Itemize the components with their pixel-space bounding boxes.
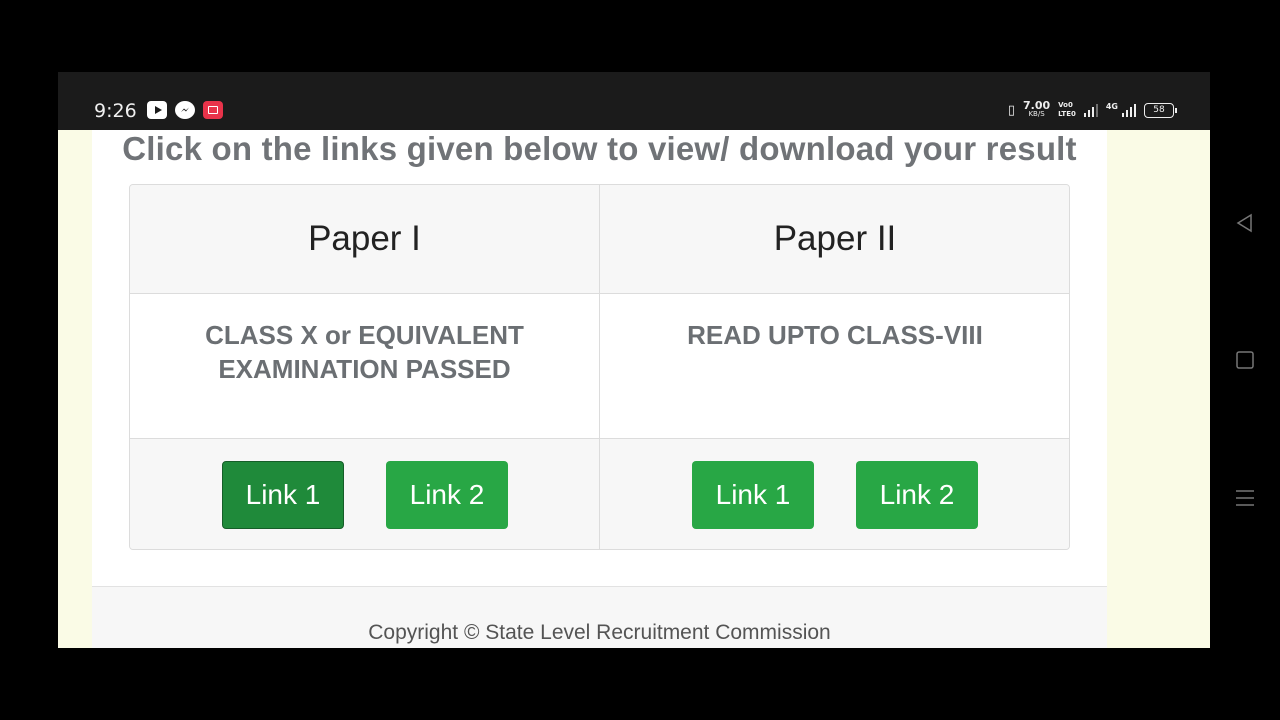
volte-indicator: Vo0 LTE0: [1058, 101, 1076, 119]
paper-1-link-1-button[interactable]: Link 1: [222, 461, 344, 529]
page-footer: Copyright © State Level Recruitment Comm…: [92, 586, 1107, 648]
paper-2-link-1-button[interactable]: Link 1: [692, 461, 814, 529]
messenger-icon: [175, 101, 195, 119]
paper-2-column: Paper II READ UPTO CLASS-VIII Link 1 Lin…: [600, 185, 1069, 549]
paper-2-link-2-button[interactable]: Link 2: [856, 461, 978, 529]
result-table: Paper I CLASS X or EQUIVALENT EXAMINATIO…: [129, 184, 1070, 550]
status-indicators: ▯ 7.00 KB/S Vo0 LTE0 4G 58: [1007, 98, 1177, 122]
network-type: 4G: [1105, 101, 1118, 111]
signal-bars-icon: [1083, 103, 1098, 117]
network-speed-value: 7.00: [1022, 99, 1051, 112]
content-panel: Click on the links given below to view/ …: [92, 130, 1107, 648]
paper-2-title: Paper II: [600, 185, 1069, 294]
paper-1-link-2-button[interactable]: Link 2: [386, 461, 508, 529]
youtube-icon: [147, 101, 167, 119]
paper-2-links: Link 1 Link 2: [600, 439, 1069, 549]
battery-icon: 58: [1144, 102, 1177, 118]
network-speed: 7.00 KB/S: [1022, 99, 1051, 119]
network-speed-unit: KB/S: [1028, 110, 1045, 118]
phone-screen: 9:26 ▯ 7.00 KB/S Vo0 LTE0 4G 58 Click on…: [58, 72, 1210, 648]
status-time: 9:26: [94, 100, 137, 122]
status-bar: 9:26 ▯ 7.00 KB/S Vo0 LTE0 4G 58: [58, 72, 1210, 130]
vibrate-icon: ▯: [1007, 102, 1015, 118]
back-icon[interactable]: [1234, 212, 1256, 234]
webview[interactable]: Click on the links given below to view/ …: [58, 130, 1210, 648]
recents-icon[interactable]: [1234, 487, 1256, 509]
paper-2-description: READ UPTO CLASS-VIII: [600, 294, 1069, 439]
paper-1-column: Paper I CLASS X or EQUIVALENT EXAMINATIO…: [130, 185, 600, 549]
navigation-bar: [1210, 72, 1280, 648]
paper-1-title: Paper I: [130, 185, 599, 294]
battery-level: 58: [1153, 105, 1165, 115]
page-heading: Click on the links given below to view/ …: [122, 130, 1077, 167]
paper-1-links: Link 1 Link 2: [130, 439, 599, 549]
home-icon[interactable]: [1234, 349, 1256, 371]
volte-top-label: Vo0: [1058, 101, 1073, 109]
screen-recorder-icon: [203, 101, 223, 119]
paper-1-description: CLASS X or EQUIVALENT EXAMINATION PASSED: [130, 294, 599, 439]
volte-bottom-label: LTE0: [1058, 110, 1076, 118]
signal-bars-icon-2: [1122, 103, 1136, 117]
copyright-text: Copyright © State Level Recruitment Comm…: [368, 621, 831, 644]
